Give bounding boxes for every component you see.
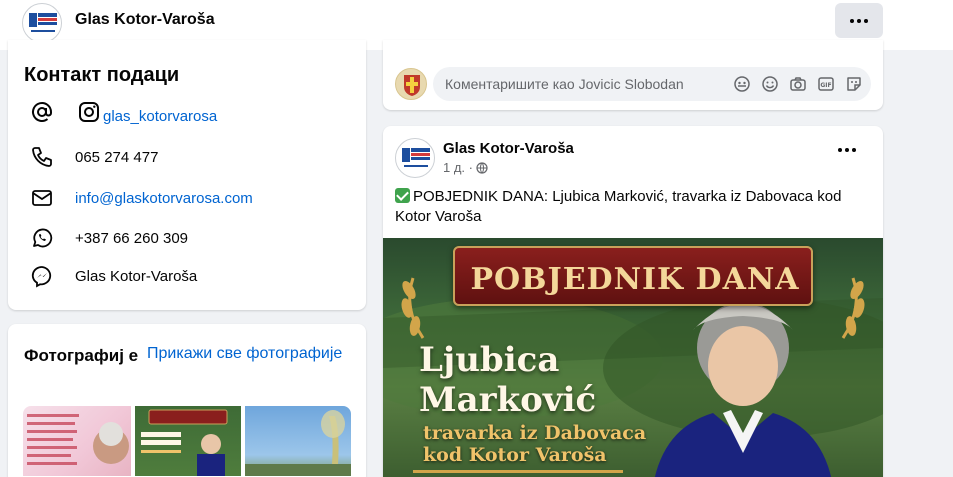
page-title[interactable]: Glas Kotor-Varoša [75, 11, 215, 29]
contact-title: Контакт подаци [24, 64, 180, 86]
contact-row-whatsapp: +387 66 260 309 [28, 224, 188, 252]
svg-text:GIF: GIF [820, 82, 831, 89]
camera-icon[interactable] [789, 75, 807, 93]
banner-divider [413, 470, 623, 473]
email-link[interactable]: info@glaskotorvarosa.com [75, 190, 253, 207]
banner-name-line2: Marković [419, 380, 597, 420]
photo-thumbnail[interactable] [245, 406, 351, 476]
post-timestamp[interactable]: 1 д. · [443, 160, 488, 175]
contact-row-phone: 065 274 477 [28, 143, 158, 171]
photo-thumbnail-image [245, 410, 351, 476]
comment-card: Коментаришите као Jovicic Slobodan GIF [383, 40, 883, 110]
post-more-button[interactable] [838, 148, 856, 152]
banner-title-box: POBJEDNIK DANA [453, 246, 813, 306]
photo-thumbnail-image [27, 414, 129, 465]
see-all-photos-link[interactable]: Прикажи све фотографије [147, 345, 342, 363]
post-text-content: POBJEDNIK DANA: Ljubica Marković, travar… [395, 188, 842, 225]
photos-title: Фотографиј е [24, 346, 139, 365]
instagram-icon [75, 98, 103, 126]
instagram-link[interactable]: glas_kotorvarosa [103, 108, 217, 125]
sticker-icon[interactable] [845, 75, 863, 93]
avatar-sticker-icon[interactable] [733, 75, 751, 93]
contact-row-messenger: Glas Kotor-Varoša [28, 262, 197, 290]
banner-title: POBJEDNIK DANA [470, 262, 800, 297]
more-dots-icon [838, 148, 856, 152]
more-dots-icon [850, 18, 868, 23]
envelope-icon [28, 184, 56, 212]
messenger-icon [28, 262, 56, 290]
phone-number: 065 274 477 [75, 148, 159, 166]
coat-of-arms-icon [404, 75, 420, 96]
comment-tools: GIF [733, 75, 863, 93]
glas-logo-icon [29, 13, 57, 32]
banner-name-line1: Ljubica [419, 340, 560, 380]
page-avatar[interactable] [22, 3, 62, 43]
whatsapp-icon [28, 224, 56, 252]
contact-row-instagram: glas_kotorvarosa [28, 98, 217, 126]
messenger-name[interactable]: Glas Kotor-Varoša [75, 268, 197, 285]
comment-placeholder: Коментаришите као Jovicic Slobodan [445, 76, 684, 92]
post-time-text: 1 д. · [443, 160, 473, 175]
emoji-icon[interactable] [761, 75, 779, 93]
at-icon [28, 98, 56, 126]
glas-logo-icon [402, 148, 430, 167]
check-mark-icon [395, 188, 410, 203]
post-text: POBJEDNIK DANA: Ljubica Marković, travar… [395, 187, 875, 227]
post-author-avatar[interactable] [395, 138, 435, 178]
post-author-name[interactable]: Glas Kotor-Varoša [443, 140, 574, 157]
more-options-button[interactable] [835, 3, 883, 38]
commenter-avatar[interactable] [395, 68, 427, 100]
banner-subtitle-line2: kod Kotor Varoša [423, 444, 607, 466]
comment-input[interactable]: Коментаришите као Jovicic Slobodan GIF [433, 67, 871, 101]
whatsapp-number: +387 66 260 309 [75, 229, 189, 247]
phone-icon [28, 143, 56, 171]
contact-row-email: info@glaskotorvarosa.com [28, 184, 253, 212]
photo-thumbnail-image [141, 409, 228, 476]
photo-thumbnail[interactable] [135, 406, 241, 476]
contact-card: Контакт подаци glas_kotorvarosa 065 274 … [8, 40, 366, 310]
banner-subtitle-line1: travarka iz Dabovaca [423, 422, 647, 444]
post-image[interactable]: POBJEDNIK DANA Ljubica Marković travarka… [383, 238, 883, 477]
post-card: Glas Kotor-Varoša 1 д. · POBJEDNIK DANA:… [383, 126, 883, 477]
globe-icon [476, 161, 488, 174]
gif-icon[interactable]: GIF [817, 75, 835, 93]
photo-thumbnail[interactable] [23, 406, 131, 476]
photos-card: Фотографиј е Прикажи све фотографије [8, 324, 366, 477]
